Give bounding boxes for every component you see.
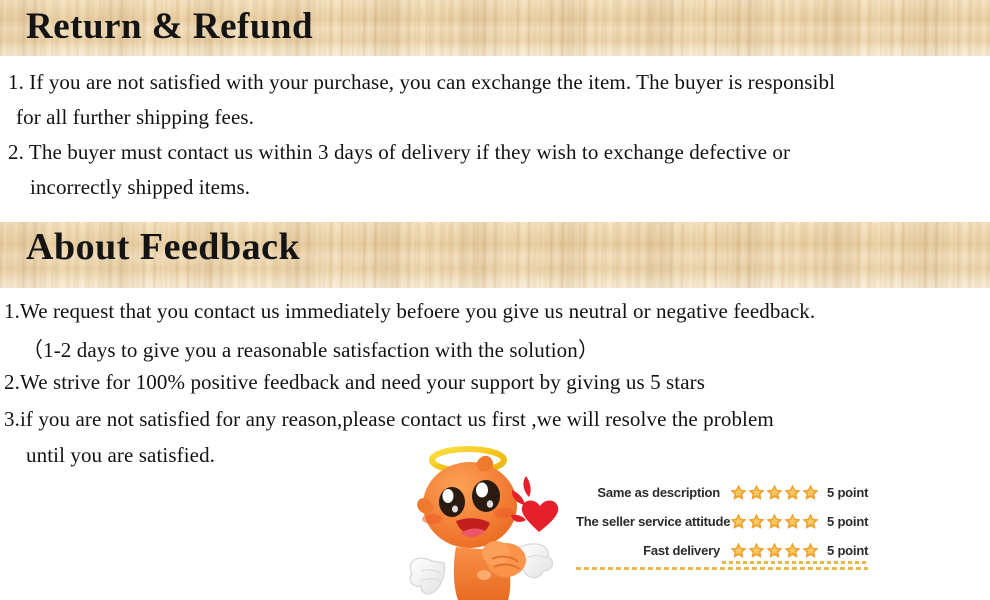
wing-left-icon [409,557,446,595]
divider-dashed-lower [576,567,868,570]
rating-points: 5 point [827,543,869,558]
feedback-line-3: 2.We strive for 100% positive feedback a… [4,370,706,394]
rating-points: 5 point [827,485,869,500]
table-row: The seller service attitude 5 point [576,507,876,536]
star-rating-icon [729,512,819,531]
feedback-line-2: （1-2 days to give you a reasonable satis… [22,338,599,362]
return-refund-heading: Return & Refund [26,6,314,47]
refund-line-2: for all further shipping fees. [16,105,255,129]
angel-mascot-icon [408,443,598,600]
refund-line-4: incorrectly shipped items. [30,175,251,199]
feedback-line-4: 3.if you are not satisfied for any reaso… [4,407,774,431]
rating-points: 5 point [827,514,869,529]
divider-dashed-upper [722,561,868,564]
feedback-line-1: 1.We request that you contact us immedia… [4,299,816,323]
heart-icon [511,476,559,532]
rating-label: Fast delivery [643,543,720,558]
refund-line-1: 1. If you are not satisfied with your pu… [8,70,836,94]
feedback-line-5: until you are satisfied. [26,443,216,467]
star-rating-icon [729,541,819,560]
about-feedback-heading: About Feedback [26,226,301,268]
return-refund-feedback-page: Return & Refund 1. If you are not satisf… [0,0,990,600]
rating-label: Same as description [597,485,720,500]
rating-table: Same as description 5 point The seller s… [576,478,876,565]
table-row: Same as description 5 point [576,478,876,507]
star-rating-icon [729,483,819,502]
refund-line-3: 2. The buyer must contact us within 3 da… [8,140,791,164]
rating-label: The seller service attitude [576,514,731,529]
